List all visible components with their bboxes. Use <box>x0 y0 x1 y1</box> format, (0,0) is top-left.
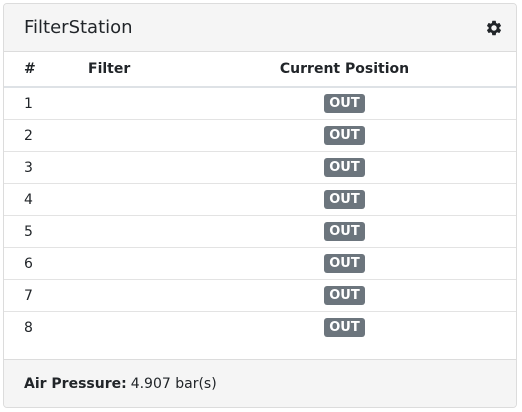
row-number: 7 <box>4 279 74 312</box>
air-pressure-value: 4.907 bar(s) <box>130 375 217 392</box>
card-header: FilterStation <box>4 4 516 52</box>
table-row: 6 OUT <box>4 247 516 280</box>
air-pressure-label: Air Pressure: <box>24 375 127 392</box>
table-row: 4 OUT <box>4 183 516 216</box>
table-row: 8 OUT <box>4 311 516 343</box>
row-position: OUT <box>208 87 516 120</box>
filter-station-card: FilterStation # Filter Current Position … <box>3 3 517 408</box>
row-position: OUT <box>208 215 516 248</box>
card-footer: Air Pressure: 4.907 bar(s) <box>4 359 516 407</box>
column-header-filter: Filter <box>74 52 208 88</box>
position-badge: OUT <box>324 286 365 305</box>
table-row: 5 OUT <box>4 215 516 248</box>
table-row: 2 OUT <box>4 119 516 152</box>
row-position: OUT <box>208 183 516 216</box>
row-number: 1 <box>24 95 33 112</box>
row-position: OUT <box>208 311 516 343</box>
position-badge: OUT <box>324 126 365 145</box>
table-header-row: # Filter Current Position <box>4 52 516 88</box>
row-filter <box>74 311 208 343</box>
row-number: 5 <box>4 215 74 248</box>
row-number: 4 <box>4 183 74 216</box>
column-header-position: Current Position <box>208 52 516 88</box>
row-filter <box>74 151 208 184</box>
row-number: 8 <box>4 311 74 343</box>
position-badge: OUT <box>324 158 365 177</box>
row-filter <box>74 87 208 120</box>
row-number: 6 <box>4 247 74 280</box>
gear-icon-svg <box>486 20 502 35</box>
position-badge: OUT <box>324 94 365 113</box>
row-position: OUT <box>208 151 516 184</box>
table-row: 3 OUT <box>4 151 516 184</box>
row-number: 2 <box>4 119 74 152</box>
row-position: OUT <box>208 119 516 152</box>
row-filter <box>74 183 208 216</box>
row-number: 3 <box>4 151 74 184</box>
position-badge: OUT <box>324 222 365 241</box>
card-title: FilterStation <box>24 17 133 38</box>
row-filter <box>74 279 208 312</box>
row-position: OUT <box>208 279 516 312</box>
position-badge: OUT <box>324 318 365 337</box>
table-row: 1 OUT <box>4 87 516 120</box>
filter-table: # Filter Current Position 1 OUT 2 OUT 3 … <box>4 52 516 343</box>
column-header-number: # <box>4 52 74 88</box>
gear-icon[interactable] <box>484 18 504 38</box>
row-filter <box>74 119 208 152</box>
row-filter <box>74 247 208 280</box>
position-badge: OUT <box>324 190 365 209</box>
row-filter <box>74 215 208 248</box>
position-badge: OUT <box>324 254 365 273</box>
row-position: OUT <box>208 247 516 280</box>
table-row: 7 OUT <box>4 279 516 312</box>
